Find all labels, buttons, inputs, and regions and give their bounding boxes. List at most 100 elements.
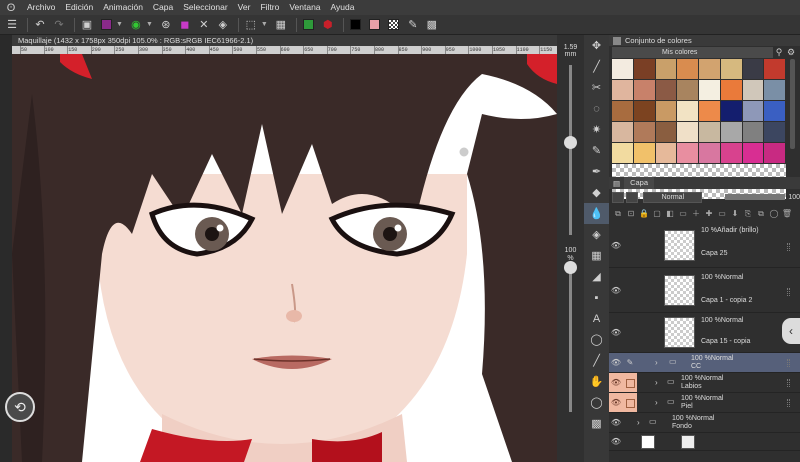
color-swatch[interactable] [720, 101, 743, 122]
drag-handle[interactable] [787, 359, 790, 367]
list-item[interactable]: 👁 100 %Normal Capa 15 - copia [609, 313, 800, 353]
new-vector-icon[interactable]: ✚ [703, 208, 715, 219]
fill-icon[interactable]: ◈ [584, 224, 609, 245]
line-icon[interactable]: ╱ [584, 56, 609, 77]
color-swatch[interactable] [742, 80, 765, 101]
text-icon[interactable]: A [584, 308, 609, 329]
color-swatch-pink[interactable] [367, 17, 383, 33]
hand-icon[interactable]: ✋ [584, 371, 609, 392]
lasso-icon[interactable]: ◌ [584, 98, 609, 119]
chevron-right-icon[interactable]: › [655, 378, 658, 387]
target-icon[interactable]: ◉ [128, 17, 144, 33]
color-swatch[interactable] [677, 143, 699, 164]
drag-handle[interactable] [787, 399, 790, 407]
color-swatch[interactable] [655, 101, 678, 122]
color-swatch[interactable] [742, 143, 765, 164]
color-swatch[interactable] [677, 122, 699, 143]
menu-edicion[interactable]: Edición [60, 0, 98, 15]
color-swatch[interactable] [720, 143, 743, 164]
figure-icon[interactable]: ▪ [584, 287, 609, 308]
list-item[interactable]: 👁 [609, 433, 800, 451]
search-icon[interactable]: ⚲ [773, 47, 785, 58]
menu-ver[interactable]: Ver [233, 0, 256, 15]
delete-layer-icon[interactable]: 🗑 [781, 208, 793, 219]
color-swatch[interactable] [720, 80, 743, 101]
brush-size-track[interactable] [569, 65, 572, 235]
stop-icon[interactable]: ⬢ [320, 17, 336, 33]
color-swatch[interactable] [764, 143, 786, 164]
color-swatch-black[interactable] [348, 17, 364, 33]
color-swatch[interactable] [655, 122, 678, 143]
layer-dropdown-icon[interactable] [625, 191, 638, 203]
sparkle-icon[interactable]: ✷ [584, 119, 609, 140]
lock-icon[interactable] [623, 373, 637, 392]
list-item[interactable]: 👁 › ▭ 100 %Normal Labios [609, 373, 800, 393]
settings-icon[interactable]: ⚙ [785, 47, 797, 58]
move-icon[interactable]: ✥ [584, 35, 609, 56]
brush-color-icon[interactable]: ◼ [177, 17, 193, 33]
color-swatch[interactable] [699, 101, 721, 122]
list-item[interactable]: 👁 100 %Normal Capa 1 - copia 2 [609, 268, 800, 313]
list-item[interactable]: 👁 10 %Añadir (brillo) Capa 25 [609, 223, 800, 268]
reference-icon[interactable]: ⊡ [625, 208, 637, 219]
transform-icon[interactable]: ⬚ [243, 17, 259, 33]
transparent-swatch[interactable] [386, 17, 402, 33]
lock-transparency-icon[interactable]: ▢ [651, 208, 663, 219]
color-swatch[interactable] [677, 59, 699, 80]
lock-icon[interactable] [623, 393, 637, 412]
color-set-select[interactable]: Mis colores [612, 47, 773, 58]
menu-capa[interactable]: Capa [148, 0, 178, 15]
grid-icon[interactable]: ▩ [424, 17, 440, 33]
color-swatch[interactable] [764, 122, 786, 143]
new-folder-icon[interactable]: ▭ [716, 208, 728, 219]
color-swatch[interactable] [742, 101, 765, 122]
lock-icon[interactable]: 🔒 [638, 208, 650, 219]
list-item[interactable]: 👁 ✎ › ▭ 100 %Normal CC [609, 353, 800, 373]
eye-icon[interactable]: 👁 [609, 353, 623, 372]
ruler-icon[interactable]: ╱ [584, 350, 609, 371]
blend-mode-select[interactable]: Normal [642, 191, 702, 203]
mask-add-icon[interactable]: ◯ [768, 208, 780, 219]
grid-icon[interactable]: ▦ [584, 245, 609, 266]
copy-icon[interactable]: ⎘ [742, 208, 754, 219]
color-swatch[interactable] [699, 59, 721, 80]
eyedropper-icon[interactable]: ✎ [405, 17, 421, 33]
menu-seleccionar[interactable]: Seleccionar [178, 0, 232, 15]
color-swatch[interactable] [742, 59, 765, 80]
color-swatch[interactable] [612, 101, 634, 122]
tab-capa[interactable]: Capa [624, 177, 655, 189]
chevron-right-icon[interactable]: › [637, 418, 640, 427]
redo-icon[interactable]: ↷ [51, 17, 67, 33]
chevron-down-icon[interactable]: ▼ [116, 21, 123, 28]
new-layer-icon[interactable]: ＋ [690, 208, 702, 219]
eye-icon[interactable]: 👁 [609, 313, 623, 352]
eye-icon[interactable]: 👁 [609, 433, 623, 450]
brush-size-slider[interactable] [564, 135, 577, 149]
chevron-down-icon[interactable]: ▼ [261, 21, 268, 28]
blend-icon[interactable]: 💧 [584, 203, 609, 224]
settings-icon[interactable]: ⊛ [158, 17, 174, 33]
ruler-layer-icon[interactable]: ▭ [677, 208, 689, 219]
color-swatch[interactable] [742, 122, 765, 143]
brush-icon[interactable]: ✂ [584, 77, 609, 98]
eye-icon[interactable]: 👁 [609, 413, 623, 432]
app-logo-icon[interactable]: ʘ [0, 2, 22, 14]
opacity-bar[interactable] [724, 194, 786, 200]
duplicate-icon[interactable]: ⧉ [755, 208, 767, 219]
chevron-right-icon[interactable]: › [655, 398, 658, 407]
color-swatch[interactable] [655, 80, 678, 101]
color-swatch[interactable] [612, 80, 634, 101]
new-canvas-icon[interactable]: ▣ [79, 17, 95, 33]
color-swatch[interactable] [764, 80, 786, 101]
list-item[interactable]: 👁 › ▭ 100 %Normal Fondo [609, 413, 800, 433]
checker-icon[interactable]: ▩ [584, 413, 609, 434]
rotate-view-button[interactable]: ⟲ [5, 392, 35, 422]
color-swatch[interactable] [612, 59, 634, 80]
eye-icon[interactable]: 👁 [609, 393, 623, 412]
color-icon[interactable] [98, 17, 114, 33]
eraser-icon[interactable]: ◆ [584, 182, 609, 203]
drawing-canvas[interactable] [12, 54, 557, 462]
pencil-icon[interactable]: ✎ [623, 353, 637, 372]
color-swatch[interactable] [699, 143, 721, 164]
chevron-down-icon[interactable]: ▼ [146, 21, 153, 28]
